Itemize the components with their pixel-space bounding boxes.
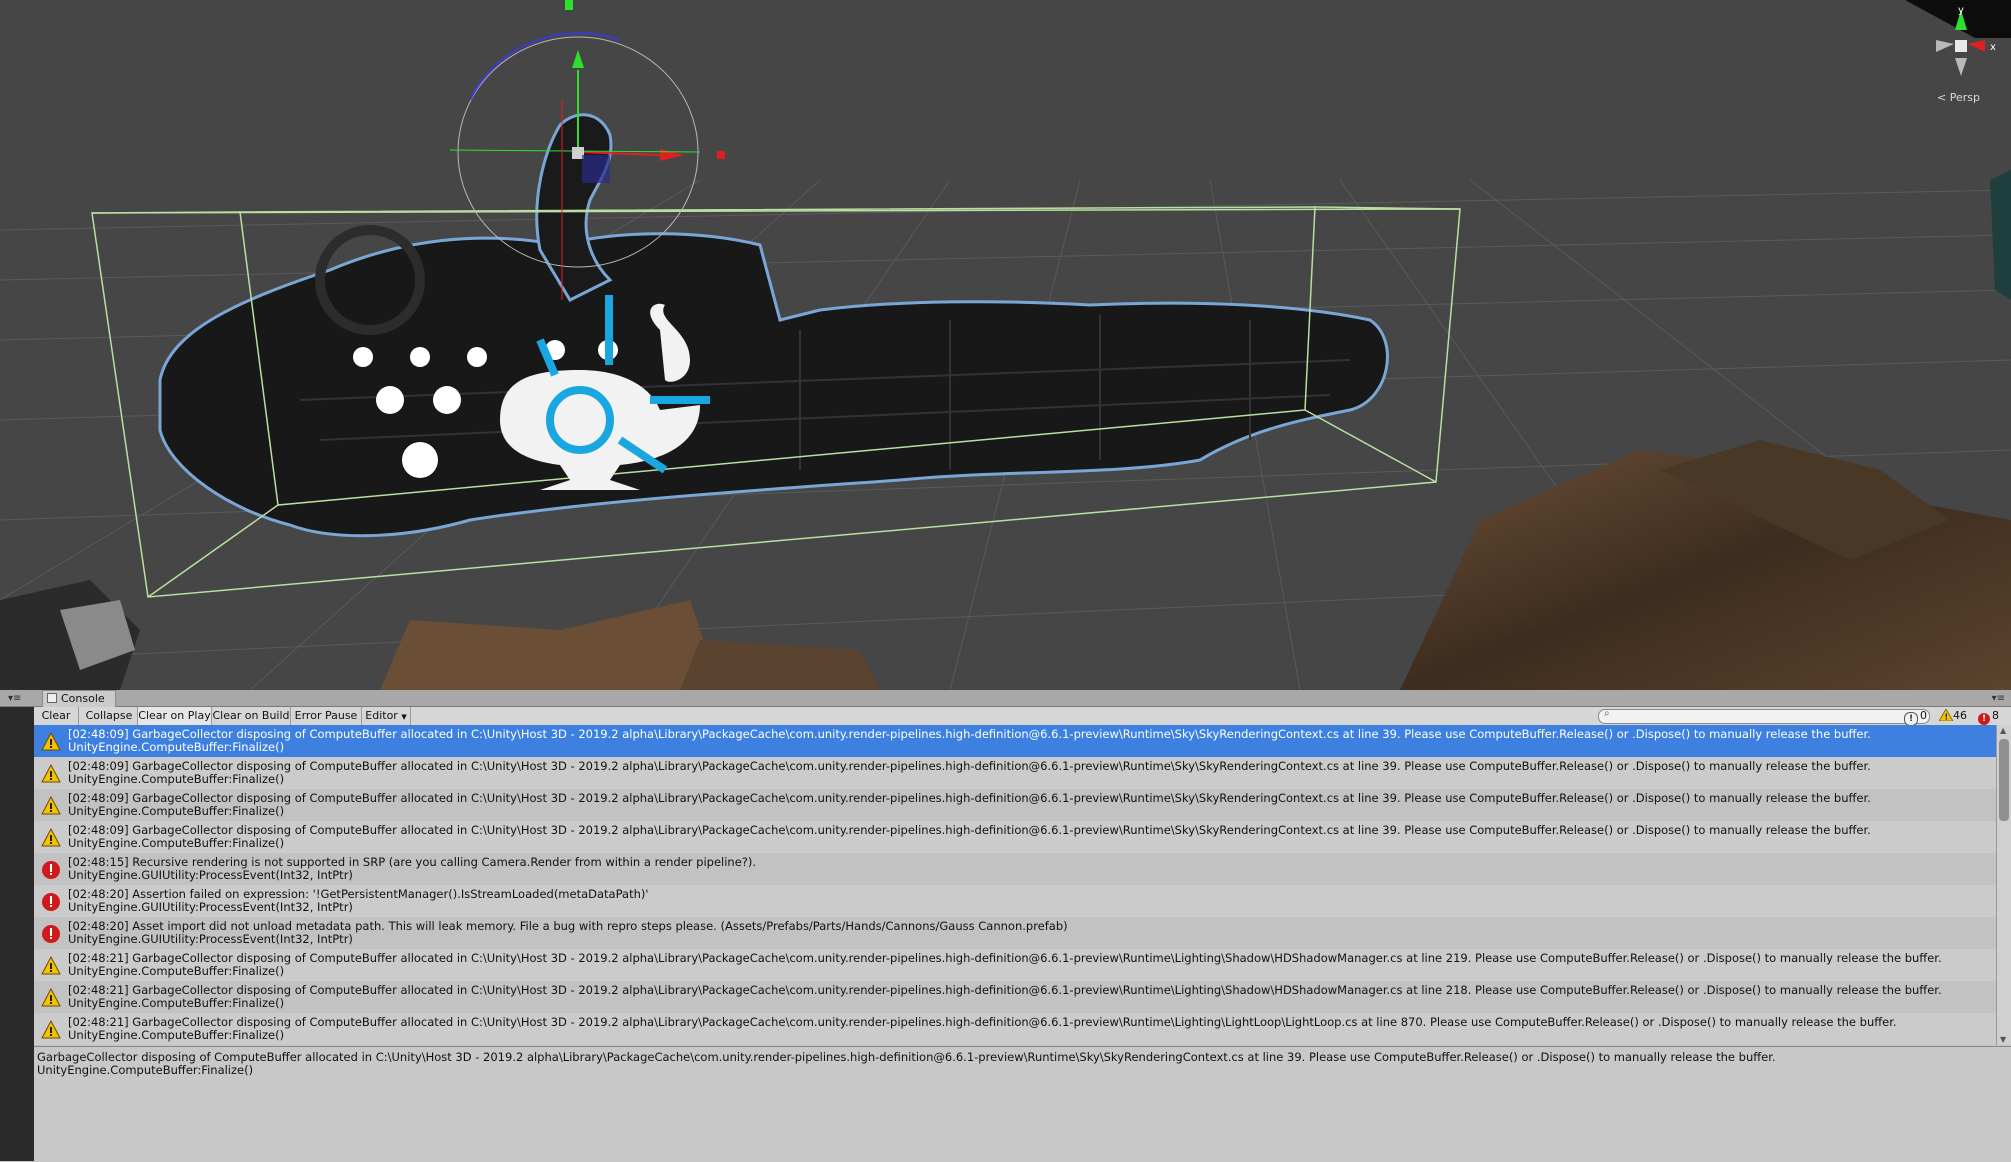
clear-on-play-toggle[interactable]: Clear on Play (138, 707, 212, 725)
collapse-toggle[interactable]: Collapse (81, 707, 138, 725)
log-entry[interactable]: [02:48:20] Assertion failed on expressio… (34, 885, 1996, 917)
search-icon: ⌕ (1604, 708, 1610, 719)
log-entry-text: [02:48:21] GarbageCollector disposing of… (68, 1016, 1897, 1042)
error-count: 8 (1992, 709, 1999, 722)
log-entry-text: [02:48:15] Recursive rendering is not su… (68, 856, 756, 882)
log-entry-message: [02:48:09] GarbageCollector disposing of… (68, 759, 1871, 773)
warning-count: 46 (1953, 709, 1967, 722)
panel-menu-icon[interactable]: ▾≡ (1992, 693, 2005, 704)
log-entry[interactable]: [02:48:15] Recursive rendering is not su… (34, 853, 1996, 885)
log-entry-message: [02:48:09] GarbageCollector disposing of… (68, 791, 1871, 805)
log-entry-message: [02:48:09] GarbageCollector disposing of… (68, 727, 1871, 741)
log-entry-stacktrace: UnityEngine.ComputeBuffer:Finalize() (68, 996, 285, 1010)
log-entry-text: [02:48:20] Assertion failed on expressio… (68, 888, 649, 914)
x-axis-arrow[interactable] (660, 149, 684, 161)
log-entry-message: [02:48:21] GarbageCollector disposing of… (68, 951, 1942, 965)
warning-icon (41, 987, 61, 1008)
scroll-down-icon[interactable]: ▼ (2000, 1035, 2006, 1044)
clear-on-build-toggle[interactable]: Clear on Build (212, 707, 291, 725)
clear-button[interactable]: Clear (34, 707, 79, 725)
log-entry-stacktrace: UnityEngine.GUIUtility:ProcessEvent(Int3… (68, 868, 353, 882)
log-entry-stacktrace: UnityEngine.ComputeBuffer:Finalize() (68, 964, 285, 978)
warning-count-toggle[interactable]: ! 46 (1938, 707, 1967, 725)
error-icon: ! (1978, 713, 1990, 725)
error-count-toggle[interactable]: ! 8 (1978, 707, 1999, 725)
log-entry-text: [02:48:09] GarbageCollector disposing of… (68, 728, 1871, 754)
log-entry-text: [02:48:09] GarbageCollector disposing of… (68, 792, 1871, 818)
log-entry-text: [02:48:21] GarbageCollector disposing of… (68, 952, 1942, 978)
log-entry-stacktrace: UnityEngine.ComputeBuffer:Finalize() (68, 740, 285, 754)
warning-icon: ! (1938, 708, 1954, 722)
scene-canvas[interactable]: y x (0, 0, 2011, 690)
scene-view[interactable]: y x < Persp (0, 0, 2011, 690)
projection-toggle[interactable]: < Persp (1937, 91, 1980, 104)
tab-console-label: Console (61, 692, 105, 705)
error-icon (41, 860, 61, 880)
log-entry-stacktrace: UnityEngine.ComputeBuffer:Finalize() (68, 1028, 285, 1042)
log-entry-message: [02:48:21] GarbageCollector disposing of… (68, 983, 1942, 997)
warning-icon (41, 731, 61, 752)
log-entry-text: [02:48:09] GarbageCollector disposing of… (68, 824, 1871, 850)
log-entry-text: [02:48:09] GarbageCollector disposing of… (68, 760, 1871, 786)
error-icon (41, 924, 61, 944)
log-entry[interactable]: [02:48:20] Asset import did not unload m… (34, 917, 1996, 949)
scroll-up-icon[interactable]: ▲ (2000, 726, 2006, 735)
log-entry[interactable]: [02:48:21] GarbageCollector disposing of… (34, 1013, 1996, 1045)
info-count: 0 (1920, 709, 1927, 722)
warning-icon (41, 763, 61, 784)
log-entry-message: [02:48:09] GarbageCollector disposing of… (68, 823, 1871, 837)
console-tabbar: Console ▾≡ (34, 690, 2011, 707)
log-entry[interactable]: [02:48:09] GarbageCollector disposing of… (34, 757, 1996, 789)
warning-icon (41, 955, 61, 976)
tab-console[interactable]: Console (42, 690, 116, 707)
log-entry[interactable]: [02:48:09] GarbageCollector disposing of… (34, 821, 1996, 853)
log-entry[interactable]: [02:48:09] GarbageCollector disposing of… (34, 725, 1996, 757)
dropdown-arrow-icon: ▼ (401, 713, 407, 721)
left-panel: ▾≡ (0, 690, 34, 1161)
log-entry-stacktrace: UnityEngine.GUIUtility:ProcessEvent(Int3… (68, 900, 353, 914)
warning-icon (41, 1019, 61, 1040)
log-entry-stacktrace: UnityEngine.ComputeBuffer:Finalize() (68, 772, 285, 786)
log-entry-text: [02:48:21] GarbageCollector disposing of… (68, 984, 1942, 1010)
console-toolbar: Clear Collapse Clear on Play Clear on Bu… (34, 707, 2011, 726)
x-axis-handle[interactable] (717, 151, 725, 159)
axis-y-label: y (1958, 5, 1964, 16)
svg-text:!: ! (1945, 713, 1949, 722)
panel-menu-icon[interactable]: ▾≡ (8, 693, 21, 704)
log-entry-text: [02:48:20] Asset import did not unload m… (68, 920, 1068, 946)
info-icon: ! (1904, 712, 1918, 726)
editor-dropdown-label: Editor (365, 709, 398, 722)
console-tab-icon (47, 693, 57, 703)
log-entry-stacktrace: UnityEngine.ComputeBuffer:Finalize() (68, 804, 285, 818)
orientation-gizmo[interactable]: y x (1905, 0, 2011, 76)
projection-label: Persp (1949, 91, 1980, 104)
axis-x-cone[interactable] (1968, 40, 1985, 52)
log-entry[interactable]: [02:48:21] GarbageCollector disposing of… (34, 949, 1996, 981)
y-axis-arrow[interactable] (572, 50, 584, 68)
log-entry-stacktrace: UnityEngine.GUIUtility:ProcessEvent(Int3… (68, 932, 353, 946)
search-input[interactable]: ⌕ (1598, 708, 1930, 724)
axis-x-label: x (1990, 42, 1996, 53)
error-icon (41, 892, 61, 912)
log-list[interactable]: [02:48:09] GarbageCollector disposing of… (34, 725, 1996, 1045)
log-scrollbar[interactable]: ▲ ▼ (1996, 725, 2011, 1045)
log-entry-stacktrace: UnityEngine.ComputeBuffer:Finalize() (68, 836, 285, 850)
detail-stacktrace: UnityEngine.ComputeBuffer:Finalize() (37, 1063, 254, 1077)
detail-message: GarbageCollector disposing of ComputeBuf… (37, 1050, 1776, 1064)
log-entry-message: [02:48:21] GarbageCollector disposing of… (68, 1015, 1897, 1029)
console-panel: Console ▾≡ Clear Collapse Clear on Play … (34, 690, 2011, 1162)
log-entry[interactable]: [02:48:21] GarbageCollector disposing of… (34, 981, 1996, 1013)
info-count-toggle[interactable]: ! 0 (1904, 707, 1927, 726)
warning-icon (41, 795, 61, 816)
error-pause-toggle[interactable]: Error Pause (291, 707, 362, 725)
log-entry[interactable]: [02:48:09] GarbageCollector disposing of… (34, 789, 1996, 821)
left-panel-tabbar: ▾≡ (0, 690, 34, 707)
warning-icon (41, 827, 61, 848)
gauss-cannon-model[interactable] (158, 113, 1389, 538)
log-detail-pane[interactable]: GarbageCollector disposing of ComputeBuf… (34, 1046, 2011, 1162)
scrollbar-thumb[interactable] (1999, 739, 2009, 821)
editor-dropdown[interactable]: Editor ▼ (362, 707, 411, 725)
